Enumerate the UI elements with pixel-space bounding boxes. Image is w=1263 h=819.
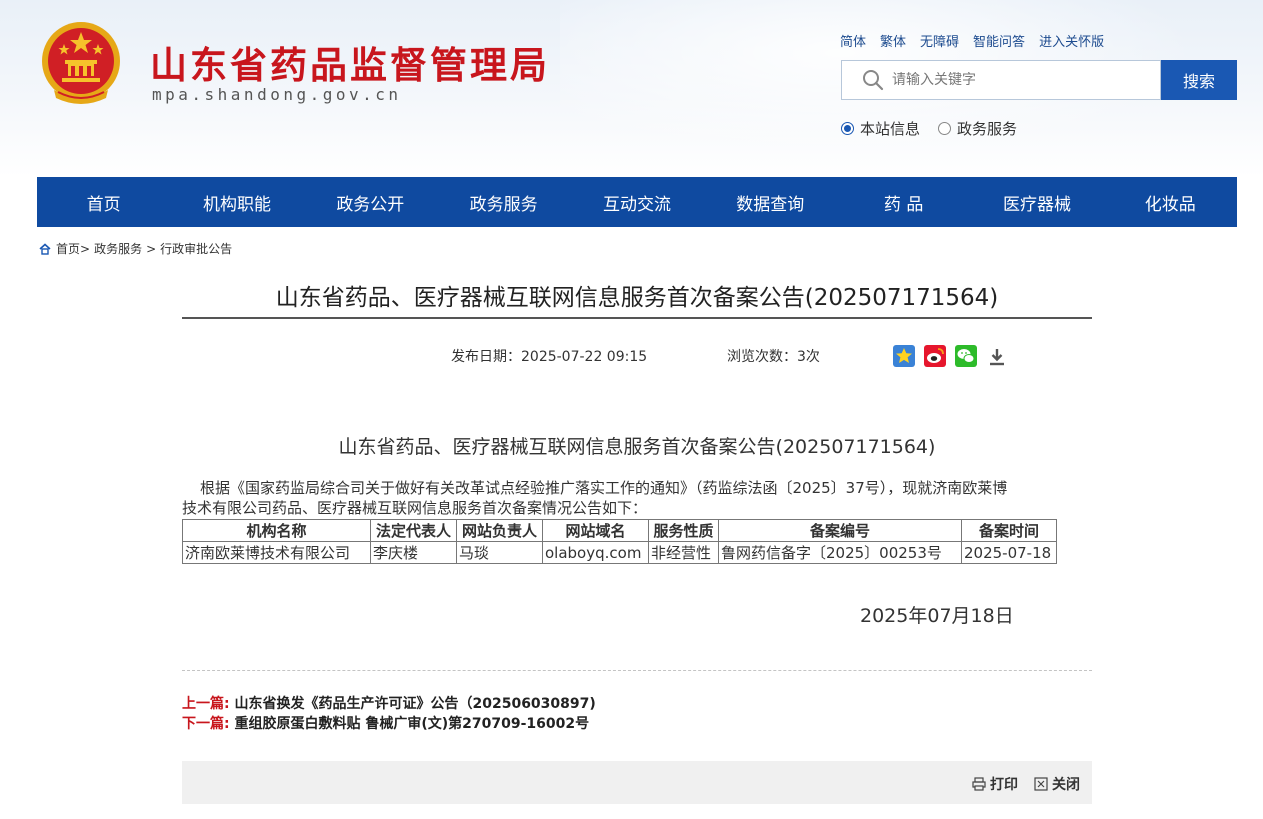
breadcrumb-separator: > (146, 241, 157, 256)
breadcrumb: 首页> 政务服务 > 行政审批公告 (38, 240, 232, 257)
cell-filing-number: 鲁网药信备字〔2025〕00253号 (718, 541, 962, 564)
cell-org-name: 济南欧莱博技术有限公司 (182, 541, 371, 564)
national-emblem-icon (42, 22, 120, 104)
print-button[interactable]: 打印 (972, 774, 1018, 794)
print-label: 打印 (990, 777, 1018, 793)
nav-gov-services[interactable]: 政务服务 (437, 177, 570, 227)
col-site-manager: 网站负责人 (456, 519, 543, 542)
radio-selected-icon[interactable] (841, 122, 854, 135)
col-legal-rep: 法定代表人 (370, 519, 457, 542)
wechat-icon[interactable] (954, 344, 978, 368)
prev-label: 上一篇: (182, 696, 230, 712)
cell-service-type: 非经营性 (648, 541, 719, 564)
search-box (841, 60, 1161, 100)
link-accessibility[interactable]: 无障碍 (920, 31, 959, 50)
prev-article: 上一篇: 山东省换发《药品生产许可证》公告（202506030897) (182, 693, 596, 713)
article-title: 山东省药品、医疗器械互联网信息服务首次备案公告(202507171564) (275, 285, 999, 311)
registration-table: 机构名称 法定代表人 网站负责人 网站域名 服务性质 备案编号 备案时间 济南欧… (182, 519, 1057, 564)
search-input[interactable] (892, 72, 1152, 88)
col-org-name: 机构名称 (182, 519, 371, 542)
cell-domain: olaboyq.com (542, 541, 649, 564)
next-article: 下一篇: 重组胶原蛋白敷料贴 鲁械广审(文)第270709-16002号 (182, 713, 589, 733)
search-button[interactable]: 搜索 (1161, 60, 1237, 100)
favorite-icon[interactable] (892, 344, 916, 368)
article-paragraph: 根据《国家药监局综合司关于做好有关改革试点经验推广落实工作的通知》（药监综法函〔… (182, 478, 1092, 518)
link-simplified[interactable]: 简体 (840, 31, 866, 50)
publish-date: 发布日期：2025-07-22 09:15 (451, 349, 648, 365)
nav-gov-affairs[interactable]: 政务公开 (304, 177, 437, 227)
close-button[interactable]: 关闭 (1034, 774, 1080, 794)
next-article-link[interactable]: 重组胶原蛋白敷料贴 鲁械广审(文)第270709-16002号 (234, 716, 589, 732)
table-header-row: 机构名称 法定代表人 网站负责人 网站域名 服务性质 备案编号 备案时间 (182, 519, 1057, 542)
nav-drugs[interactable]: 药 品 (837, 177, 970, 227)
nav-interaction[interactable]: 互动交流 (570, 177, 703, 227)
main-nav: 首页 机构职能 政务公开 政务服务 互动交流 数据查询 药 品 医疗器械 化妆品 (37, 177, 1237, 227)
article-footer-bar: 打印 关闭 (182, 761, 1092, 804)
search-scope: 本站信息 政务服务 (841, 118, 1017, 139)
col-service-type: 服务性质 (648, 519, 719, 542)
weibo-icon[interactable] (923, 344, 947, 368)
share-bar (892, 344, 1009, 368)
paragraph-line-1: 根据《国家药监局综合司关于做好有关改革试点经验推广落实工作的通知》（药监综法函〔… (200, 479, 1008, 497)
breadcrumb-gov-services[interactable]: 政务服务 (94, 240, 142, 257)
home-icon (39, 242, 51, 255)
print-icon (972, 777, 986, 791)
article-tools: 打印 关闭 (972, 774, 1080, 794)
scope-site-info[interactable]: 本站信息 (841, 118, 920, 139)
cell-site-manager: 马琰 (456, 541, 543, 564)
col-filing-date: 备案时间 (961, 519, 1057, 542)
col-filing-number: 备案编号 (718, 519, 962, 542)
breadcrumb-approval-notices[interactable]: 行政审批公告 (160, 240, 232, 257)
next-label: 下一篇: (182, 716, 230, 732)
nav-home[interactable]: 首页 (37, 177, 170, 227)
scope-gov-service[interactable]: 政务服务 (938, 118, 1017, 139)
view-count: 浏览次数：3次 (727, 349, 820, 365)
top-links: 简体 繁体 无障碍 智能问答 进入关怀版 (840, 31, 1104, 50)
dashed-divider (182, 670, 1092, 671)
site-title: 山东省药品监督管理局 (150, 44, 550, 87)
site-domain: mpa.shandong.gov.cn (152, 85, 402, 104)
link-care-version[interactable]: 进入关怀版 (1039, 31, 1104, 50)
close-icon (1034, 777, 1048, 791)
paragraph-line-2: 技术有限公司药品、医疗器械互联网信息服务首次备案情况公告如下： (182, 499, 648, 517)
download-icon[interactable] (985, 344, 1009, 368)
scope-gov-service-label: 政务服务 (957, 120, 1018, 138)
radio-unselected-icon[interactable] (938, 122, 952, 135)
nav-cosmetics[interactable]: 化妆品 (1104, 177, 1237, 227)
scope-site-info-label: 本站信息 (860, 120, 921, 138)
link-smart-qa[interactable]: 智能问答 (973, 31, 1025, 50)
nav-medical-devices[interactable]: 医疗器械 (970, 177, 1103, 227)
cell-filing-date: 2025-07-18 (961, 541, 1057, 564)
article-subtitle: 山东省药品、医疗器械互联网信息服务首次备案公告(202507171564) (338, 436, 936, 458)
breadcrumb-home[interactable]: 首页> (56, 240, 90, 257)
nav-data-query[interactable]: 数据查询 (704, 177, 837, 227)
prev-article-link[interactable]: 山东省换发《药品生产许可证》公告（202506030897) (234, 696, 595, 712)
closing-date: 2025年07月18日 (860, 605, 1014, 627)
search-icon (863, 70, 884, 91)
close-label: 关闭 (1052, 777, 1080, 793)
title-divider (182, 317, 1092, 319)
table-row: 济南欧莱博技术有限公司 李庆楼 马琰 olaboyq.com 非经营性 鲁网药信… (182, 541, 1057, 564)
nav-functions[interactable]: 机构职能 (170, 177, 303, 227)
cell-legal-rep: 李庆楼 (370, 541, 457, 564)
col-domain: 网站域名 (542, 519, 649, 542)
link-traditional[interactable]: 繁体 (880, 31, 906, 50)
